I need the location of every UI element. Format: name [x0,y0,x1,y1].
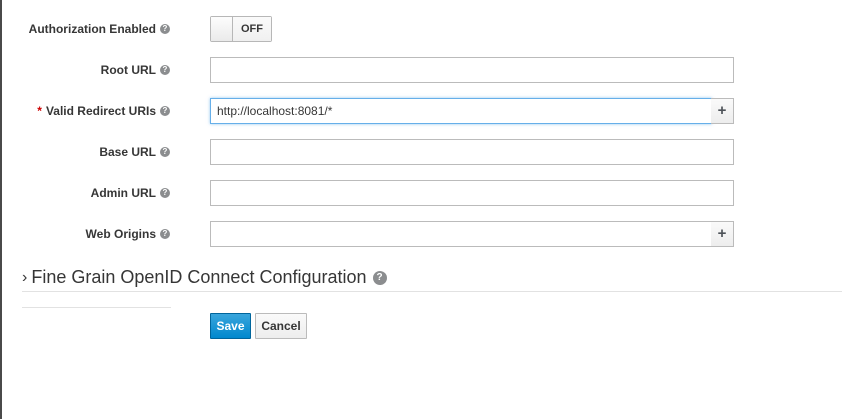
root-url-label: Root URL ? [101,61,170,79]
help-icon[interactable]: ? [160,147,170,157]
fine-grain-section-header[interactable]: › Fine Grain OpenID Connect Configuratio… [22,264,842,292]
admin-url-label-text: Admin URL [90,186,156,200]
cancel-button[interactable]: Cancel [255,313,307,339]
help-icon[interactable]: ? [160,65,170,75]
admin-url-label: Admin URL ? [91,184,170,202]
chevron-right-icon[interactable]: › [22,269,27,287]
root-url-label-text: Root URL [100,63,156,77]
authorization-label-text: Authorization Enabled [28,22,156,36]
authorization-label: Authorization Enabled ? [29,20,170,38]
redirect-uris-row: * Valid Redirect URIs ? http://localhost… [0,98,842,124]
required-marker: * [37,104,42,118]
toggle-state: OFF [233,17,271,41]
root-url-input[interactable] [210,57,734,83]
web-origins-input[interactable] [210,221,712,247]
root-url-row: Root URL ? [0,57,842,83]
add-web-origin-button[interactable]: + [711,221,734,247]
web-origins-label-text: Web Origins [85,227,156,241]
add-redirect-uri-button[interactable]: + [711,98,734,124]
help-icon[interactable]: ? [160,188,170,198]
authorization-toggle[interactable]: OFF [210,16,272,42]
help-icon[interactable]: ? [160,229,170,239]
divider [22,307,171,308]
section-title[interactable]: Fine Grain OpenID Connect Configuration [31,267,366,288]
base-url-label: Base URL ? [99,143,170,161]
help-icon[interactable]: ? [372,270,387,285]
redirect-uri-input[interactable]: http://localhost:8081/* [210,98,712,124]
base-url-label-text: Base URL [99,145,156,159]
redirect-uris-label-text: Valid Redirect URIs [45,104,156,118]
web-origins-row: Web Origins ? + [0,221,842,247]
redirect-uris-label: * Valid Redirect URIs ? [37,102,170,120]
admin-url-row: Admin URL ? [0,180,842,206]
toggle-knob [211,17,233,41]
admin-url-input[interactable] [210,180,734,206]
web-origins-label: Web Origins ? [86,225,170,243]
authorization-row: Authorization Enabled ? OFF [0,16,842,42]
base-url-row: Base URL ? [0,139,842,165]
help-icon[interactable]: ? [160,106,170,116]
base-url-input[interactable] [210,139,734,165]
help-icon[interactable]: ? [160,24,170,34]
save-button[interactable]: Save [210,313,251,339]
